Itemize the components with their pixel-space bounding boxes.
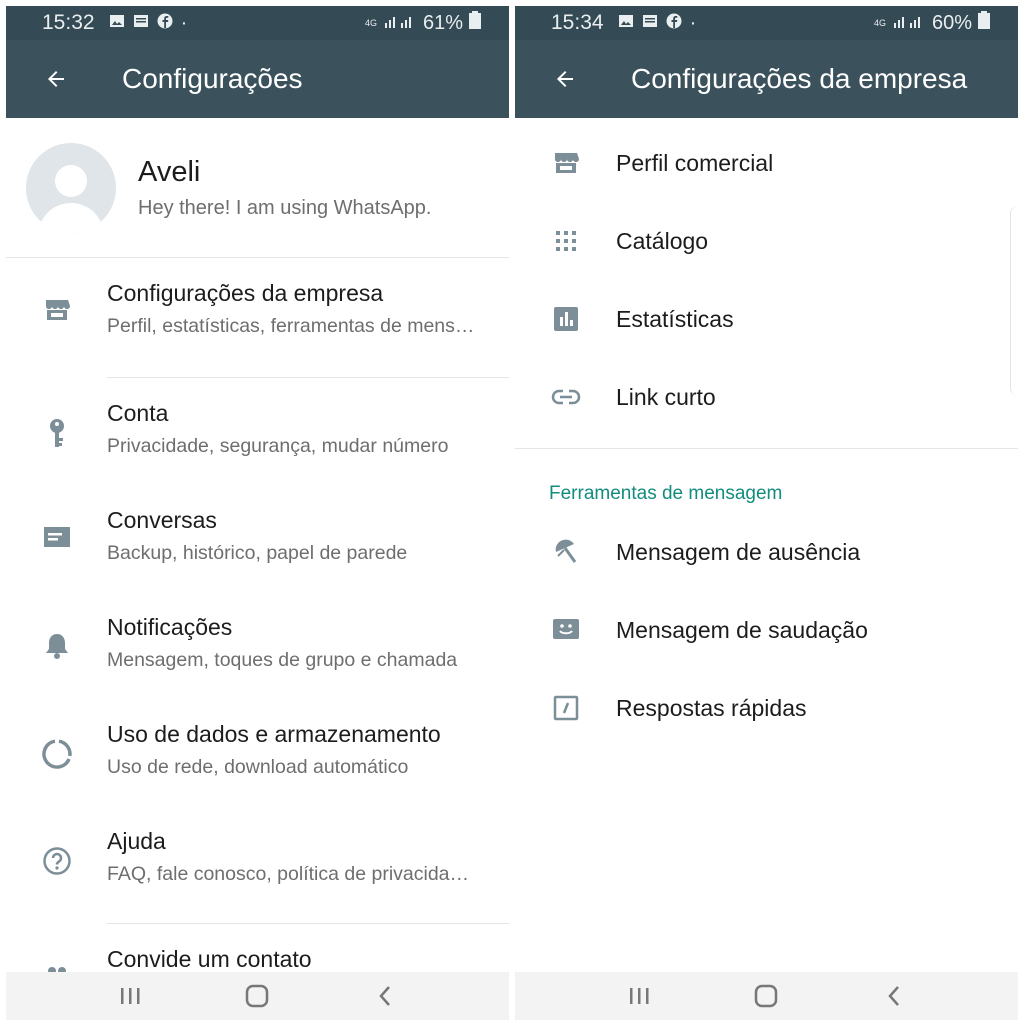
status-time: 15:32 <box>42 11 95 34</box>
bar-chart-icon <box>553 307 578 331</box>
quick-reply-icon <box>553 695 578 721</box>
recents-icon <box>120 988 140 1004</box>
profile-name: Aveli <box>138 155 201 188</box>
tool-item-quick-replies[interactable]: Respostas rápidas <box>515 669 1018 747</box>
settings-screen: 15:32 · 4G 61% Configurações Aveli Hey t… <box>6 6 509 1020</box>
section-header: Ferramentas de mensagem <box>549 483 783 504</box>
network-type: 4G <box>873 17 886 28</box>
settings-item-subtitle: Privacidade, segurança, mudar número <box>107 435 449 457</box>
gallery-icon <box>618 12 634 35</box>
messaging-tools-list: Mensagem de ausência Mensagem de saudaçã… <box>515 513 1018 747</box>
settings-item-help[interactable]: Ajuda FAQ, fale conosco, política de pri… <box>6 806 509 924</box>
profile-status: Hey there! I am using WhatsApp. <box>138 196 432 219</box>
status-time: 15:34 <box>551 11 604 34</box>
chevron-left-icon <box>379 986 391 1006</box>
settings-item-subtitle: FAQ, fale conosco, política de privacida… <box>107 863 470 885</box>
store-icon <box>45 300 70 320</box>
biz-item-label: Perfil comercial <box>616 149 774 176</box>
system-nav-bar <box>6 972 509 1020</box>
arrow-back-icon <box>48 71 64 87</box>
help-icon <box>42 847 71 875</box>
recents-button[interactable] <box>609 976 669 1016</box>
back-button[interactable] <box>34 57 78 101</box>
page-title: Configurações <box>122 63 303 94</box>
tool-item-label: Respostas rápidas <box>616 694 807 721</box>
biz-item-catalog[interactable]: Catálogo <box>515 202 1018 280</box>
settings-item-title: Notificações <box>107 614 233 640</box>
tool-item-label: Mensagem de ausência <box>616 538 861 565</box>
settings-item-title: Conta <box>107 400 169 426</box>
recents-button[interactable] <box>100 976 160 1016</box>
beach-icon <box>555 539 576 563</box>
settings-item-title: Convide um contato <box>107 946 312 972</box>
data-usage-icon <box>41 739 72 769</box>
biz-item-label: Estatísticas <box>616 305 734 332</box>
section-divider <box>515 448 1018 449</box>
back-nav-button[interactable] <box>355 976 415 1016</box>
settings-list: Configurações da empresa Perfil, estatís… <box>6 258 509 1004</box>
battery-icon <box>469 11 481 35</box>
home-button[interactable] <box>227 976 287 1016</box>
key-icon <box>49 419 64 447</box>
dot-icon: · <box>180 11 188 34</box>
settings-item-subtitle: Uso de rede, download automático <box>107 756 409 778</box>
home-icon <box>755 984 778 1008</box>
biz-item-short-link[interactable]: Link curto <box>515 358 1018 436</box>
avatar[interactable] <box>26 142 116 233</box>
status-bar: 15:34 · 4G 60% <box>515 6 1018 40</box>
facebook-icon <box>157 12 173 35</box>
news-icon <box>642 12 658 35</box>
app-bar: Configurações da empresa <box>515 40 1018 118</box>
system-nav-bar <box>515 972 1018 1020</box>
facebook-icon <box>666 12 682 35</box>
biz-item-statistics[interactable]: Estatísticas <box>515 280 1018 358</box>
back-nav-button[interactable] <box>864 976 924 1016</box>
recents-icon <box>629 988 649 1004</box>
app-bar: Configurações <box>6 40 509 118</box>
settings-item-subtitle: Backup, histórico, papel de parede <box>107 542 408 564</box>
tool-item-label: Mensagem de saudação <box>616 616 868 643</box>
settings-item-title: Conversas <box>107 507 217 533</box>
settings-item-subtitle: Mensagem, toques de grupo e chamada <box>107 649 458 671</box>
settings-item-title: Ajuda <box>107 828 166 854</box>
battery-icon <box>978 11 990 35</box>
dot-icon: · <box>689 11 697 34</box>
chevron-left-icon <box>888 986 900 1006</box>
settings-item-chats[interactable]: Conversas Backup, histórico, papel de pa… <box>6 485 509 592</box>
business-settings-screen: 15:34 · 4G 60% Configurações da empresa … <box>515 6 1018 1020</box>
biz-item-profile[interactable]: Perfil comercial <box>515 124 1018 202</box>
tool-item-greeting-message[interactable]: Mensagem de saudação <box>515 591 1018 669</box>
news-icon <box>133 12 149 35</box>
biz-item-label: Link curto <box>616 383 716 410</box>
back-button[interactable] <box>543 57 587 101</box>
home-button[interactable] <box>736 976 796 1016</box>
battery-level: 60% <box>931 11 972 34</box>
store-icon <box>554 153 579 173</box>
arrow-back-icon <box>557 71 573 87</box>
settings-item-notifications[interactable]: Notificações Mensagem, toques de grupo e… <box>6 592 509 699</box>
page-title: Configurações da empresa <box>631 63 968 94</box>
business-list: Perfil comercial Catálogo Estatísticas L… <box>515 118 1018 436</box>
status-bar: 15:32 · 4G 61% <box>6 6 509 40</box>
settings-item-data-storage[interactable]: Uso de dados e armazenamento Uso de rede… <box>6 699 509 806</box>
signal-icon <box>892 12 926 35</box>
bell-icon <box>45 634 68 659</box>
home-icon <box>246 984 269 1008</box>
gallery-icon <box>109 12 125 35</box>
settings-item-account[interactable]: Conta Privacidade, segurança, mudar núme… <box>6 378 509 485</box>
settings-item-title: Uso de dados e armazenamento <box>107 721 441 747</box>
link-icon <box>551 389 580 405</box>
battery-level: 61% <box>422 11 463 34</box>
settings-item-business[interactable]: Configurações da empresa Perfil, estatís… <box>6 258 509 378</box>
smile-message-icon <box>552 619 579 639</box>
profile-row[interactable]: Aveli Hey there! I am using WhatsApp. <box>6 118 509 258</box>
network-type: 4G <box>364 17 377 28</box>
biz-item-label: Catálogo <box>616 227 709 254</box>
grid-icon <box>555 231 576 251</box>
settings-item-title: Configurações da empresa <box>107 280 384 306</box>
settings-item-subtitle: Perfil, estatísticas, ferramentas de men… <box>107 315 475 337</box>
tool-item-away-message[interactable]: Mensagem de ausência <box>515 513 1018 591</box>
signal-icon <box>383 12 417 35</box>
chat-icon <box>43 527 70 547</box>
